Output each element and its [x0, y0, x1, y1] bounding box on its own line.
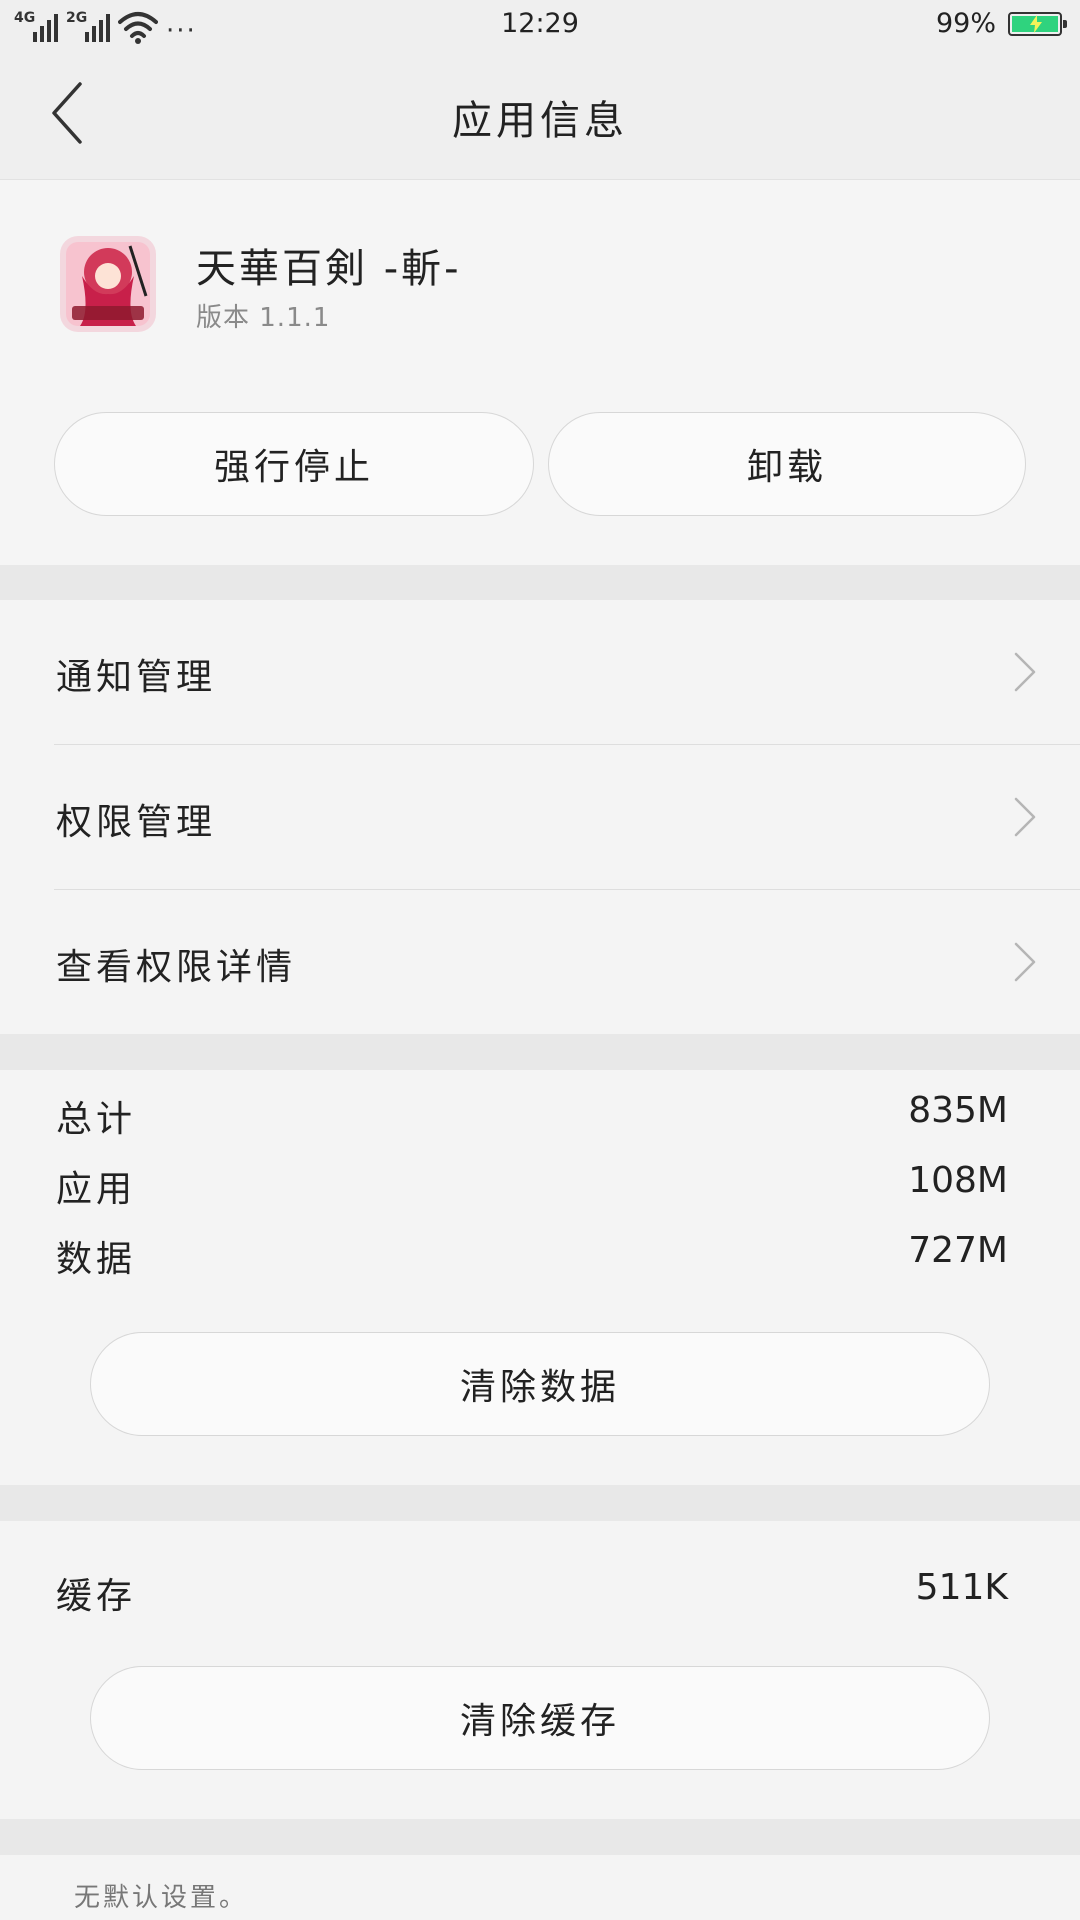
storage-data-label: 数据 — [56, 1239, 137, 1280]
app-version: 版本 1.1.1 — [196, 303, 331, 333]
storage-app-label: 应用 — [56, 1169, 137, 1210]
clear-data-button[interactable]: 清除数据 — [90, 1332, 990, 1436]
permission-details-item[interactable]: 查看权限详情 — [54, 890, 1080, 1036]
app-icon — [60, 236, 156, 332]
chevron-right-icon — [1014, 942, 1036, 982]
app-header: 天華百剣 -斬- 版本 1.1.1 强行停止 卸载 — [0, 180, 1080, 565]
menu-item-label: 权限管理 — [56, 802, 217, 843]
storage-data-value: 727M — [908, 1230, 1008, 1271]
chevron-right-icon — [1014, 652, 1036, 692]
clear-cache-button[interactable]: 清除缓存 — [90, 1666, 990, 1770]
management-list: 通知管理 权限管理 查看权限详情 — [0, 600, 1080, 1034]
no-default-settings-note: 无默认设置。 — [74, 1883, 249, 1913]
storage-app-value: 108M — [908, 1160, 1008, 1201]
chevron-right-icon — [1014, 797, 1036, 837]
cache-value: 511K — [915, 1567, 1008, 1608]
storage-total-value: 835M — [908, 1090, 1008, 1131]
force-stop-button[interactable]: 强行停止 — [54, 412, 534, 516]
section-divider — [0, 1485, 1080, 1521]
section-divider — [0, 565, 1080, 600]
clock: 12:29 — [501, 8, 579, 39]
menu-item-label: 通知管理 — [56, 657, 217, 698]
charging-bolt-icon — [1030, 14, 1042, 33]
storage-app-row: 应用 108M — [56, 1160, 1008, 1210]
menu-item-label: 查看权限详情 — [56, 947, 297, 988]
battery-percent: 99% — [935, 8, 996, 39]
battery-charging-icon — [1008, 11, 1067, 36]
cache-section: 缓存 511K 清除缓存 — [0, 1521, 1080, 1819]
storage-data-row: 数据 727M — [56, 1230, 1008, 1280]
page-title: 应用信息 — [452, 98, 628, 144]
permission-management-item[interactable]: 权限管理 — [54, 745, 1080, 890]
cache-label: 缓存 — [56, 1576, 137, 1617]
cache-row: 缓存 511K — [56, 1567, 1008, 1617]
uninstall-button[interactable]: 卸载 — [548, 412, 1026, 516]
section-divider — [0, 1034, 1080, 1070]
storage-total-row: 总计 835M — [56, 1090, 1008, 1140]
top-app-bar: 应用信息 — [0, 52, 1080, 180]
notification-management-item[interactable]: 通知管理 — [54, 600, 1080, 745]
app-name: 天華百剣 -斬- — [196, 246, 462, 292]
storage-total-label: 总计 — [56, 1099, 137, 1140]
defaults-section: 无默认设置。 — [0, 1855, 1080, 1920]
section-divider — [0, 1819, 1080, 1855]
status-right: 99% — [935, 8, 1067, 39]
storage-section: 总计 835M 应用 108M 数据 727M 清除数据 — [0, 1070, 1080, 1485]
status-bar: 4G 2G ··· 12:29 99% — [0, 0, 1080, 52]
